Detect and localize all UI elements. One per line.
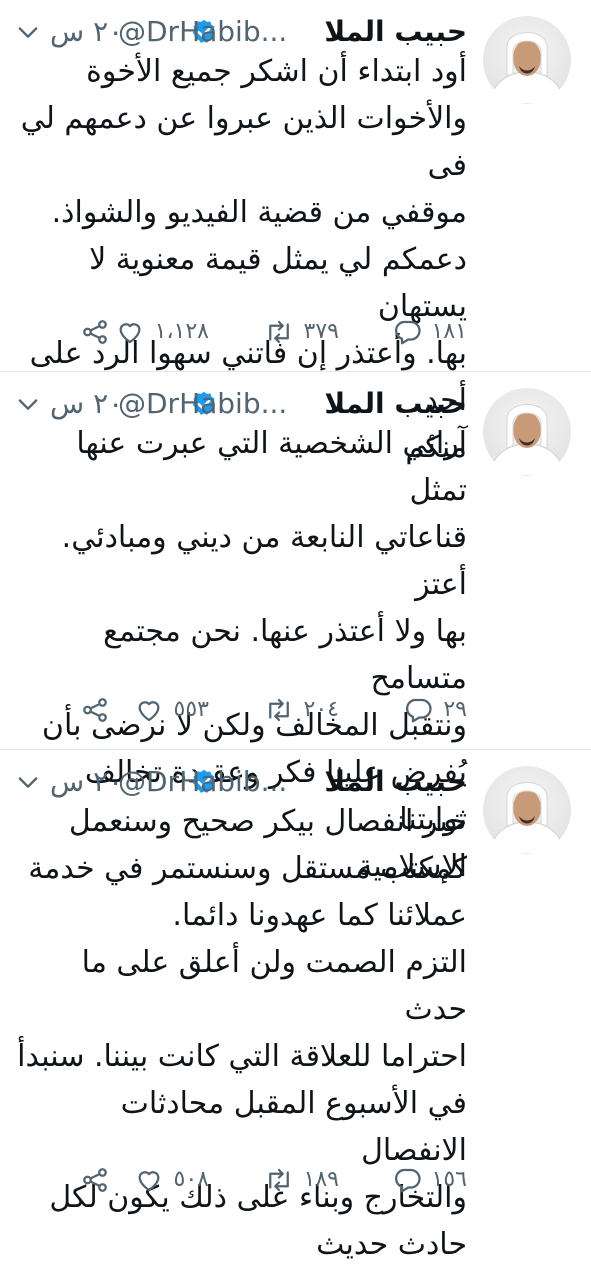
like-count: ٥٥٣: [173, 697, 209, 722]
retweet-button[interactable]: ٣٧٩: [264, 312, 339, 352]
like-button[interactable]: ٥٥٣: [134, 690, 209, 730]
tweet[interactable]: حبيب الملا @DrHabib... ٢٠ س خبر انفصال ب…: [0, 750, 591, 1262]
retweet-count: ٢٠٤: [303, 697, 339, 722]
share-button[interactable]: [80, 312, 110, 352]
chevron-down-icon[interactable]: [14, 390, 42, 418]
reply-icon: [406, 698, 432, 723]
retweet-icon: [268, 1168, 289, 1192]
author-handle[interactable]: @DrHabib...: [118, 764, 287, 800]
tweet[interactable]: حبيب الملا @DrHabib... ٢٠ س أود ابتداء أ…: [0, 0, 591, 465]
chevron-down-icon[interactable]: [14, 18, 42, 46]
reply-button[interactable]: ١٥٦: [392, 1160, 467, 1200]
reply-icon: [394, 1168, 421, 1193]
retweet-button[interactable]: ١٨٩: [264, 1160, 339, 1200]
retweet-button[interactable]: ٢٠٤: [264, 690, 339, 730]
avatar[interactable]: [483, 16, 571, 104]
retweet-icon: [268, 320, 289, 344]
tweet-header: حبيب الملا @DrHabib... ٢٠ س: [14, 14, 467, 50]
reply-count: ١٨١: [431, 319, 467, 344]
like-count: ١،١٢٨: [154, 319, 209, 344]
tweet-time[interactable]: ٢٠ س: [50, 764, 123, 800]
retweet-icon: [268, 698, 289, 722]
tweet-time[interactable]: ٢٠ س: [50, 386, 123, 422]
reply-count: ٢٩: [443, 697, 467, 722]
author-name[interactable]: حبيب الملا: [324, 14, 467, 50]
like-count: ٥٠٨: [173, 1167, 209, 1192]
avatar[interactable]: [483, 388, 571, 476]
tweet-header: حبيب الملا @DrHabib... ٢٠ س: [14, 764, 467, 800]
tweet-actions: ١٥٦ ١٨٩ ٥٠٨: [80, 1160, 467, 1200]
timeline: حبيب الملا @DrHabib... ٢٠ س أود ابتداء أ…: [0, 0, 591, 1262]
heart-icon: [138, 701, 160, 722]
like-button[interactable]: ٥٠٨: [134, 1160, 209, 1200]
retweet-count: ١٨٩: [303, 1167, 339, 1192]
share-button[interactable]: [80, 1160, 110, 1200]
reply-button[interactable]: ١٨١: [392, 312, 467, 352]
reply-count: ١٥٦: [431, 1167, 467, 1192]
tweet-actions: ١٨١ ٣٧٩ ١،١٢٨: [80, 312, 467, 352]
reply-icon: [394, 320, 421, 345]
tweet-actions: ٢٩ ٢٠٤ ٥٥٣: [80, 690, 467, 730]
heart-icon: [138, 1171, 160, 1192]
share-icon: [83, 1168, 107, 1192]
tweet-header: حبيب الملا @DrHabib... ٢٠ س: [14, 386, 467, 422]
author-name[interactable]: حبيب الملا: [324, 386, 467, 422]
like-button[interactable]: ١،١٢٨: [115, 312, 209, 352]
share-icon: [83, 320, 107, 344]
share-button[interactable]: [80, 690, 110, 730]
author-handle[interactable]: @DrHabib...: [118, 386, 287, 422]
reply-button[interactable]: ٢٩: [403, 690, 467, 730]
avatar[interactable]: [483, 766, 571, 854]
chevron-down-icon[interactable]: [14, 768, 42, 796]
retweet-count: ٣٧٩: [303, 319, 339, 344]
share-icon: [83, 698, 107, 722]
author-handle[interactable]: @DrHabib...: [118, 14, 287, 50]
heart-icon: [119, 323, 141, 344]
tweet[interactable]: حبيب الملا @DrHabib... ٢٠ س آرائي الشخصي…: [0, 372, 591, 884]
tweet-time[interactable]: ٢٠ س: [50, 14, 123, 50]
author-name[interactable]: حبيب الملا: [324, 764, 467, 800]
